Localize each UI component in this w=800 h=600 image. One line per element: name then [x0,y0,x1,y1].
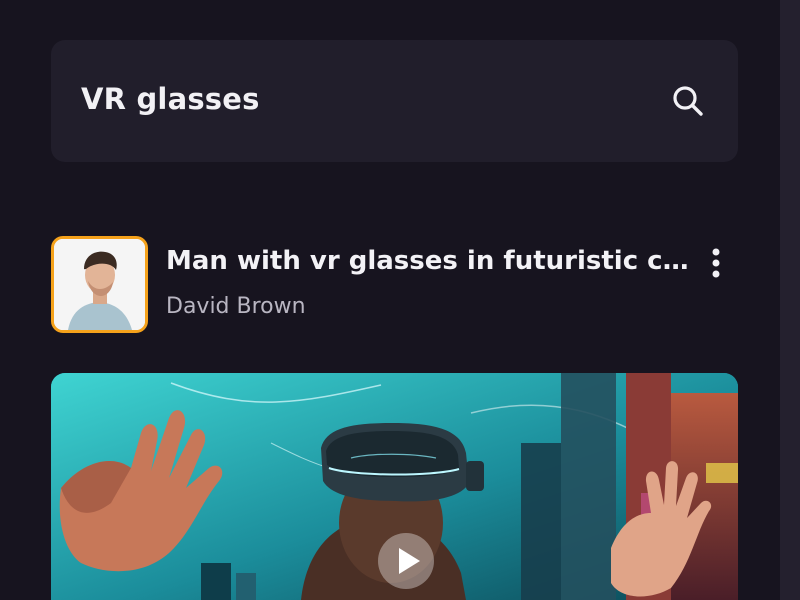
search-bar[interactable]: VR glasses [51,40,738,162]
more-vertical-icon[interactable] [701,244,731,284]
result-item[interactable]: Man with vr glasses in futuristic ci... … [51,236,751,336]
result-author[interactable]: David Brown [166,294,306,319]
search-input[interactable]: VR glasses [81,82,260,116]
play-icon[interactable] [378,533,434,589]
search-icon[interactable] [670,83,706,119]
avatar-image [54,239,145,330]
scrollbar-track[interactable] [780,0,800,600]
avatar[interactable] [51,236,148,333]
app-root: VR glasses Man with vr glasses in futuri… [0,0,800,600]
result-title[interactable]: Man with vr glasses in futuristic ci... [166,246,696,276]
video-thumbnail[interactable] [51,373,738,600]
